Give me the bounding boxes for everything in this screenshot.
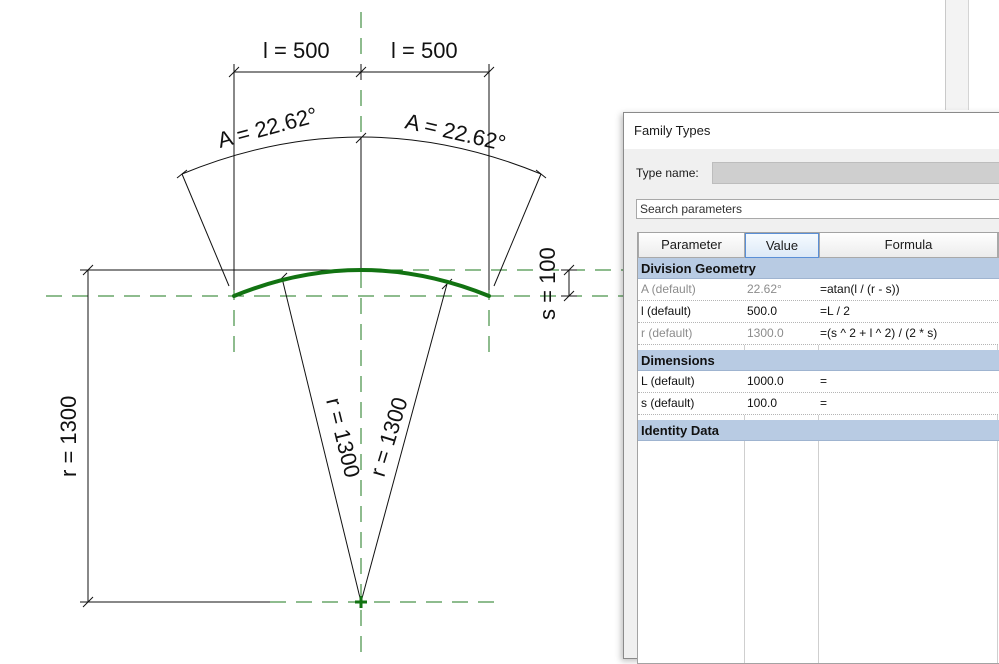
- parameters-grid: Parameter Value Formula Division Geometr…: [637, 232, 999, 664]
- grid-header: Parameter Value Formula: [638, 233, 999, 258]
- table-row[interactable]: L (default) 1000.0 =: [638, 371, 999, 393]
- parameter-value[interactable]: 1300.0: [747, 323, 817, 344]
- type-name-label: Type name:: [636, 166, 699, 180]
- dialog-title: Family Types: [634, 123, 711, 138]
- parameter-name: s (default): [641, 396, 695, 410]
- parameter-formula[interactable]: =L / 2: [820, 301, 996, 322]
- parameter-formula[interactable]: =: [820, 371, 996, 392]
- table-row[interactable]: l (default) 500.0 =L / 2: [638, 301, 999, 323]
- column-header-parameter[interactable]: Parameter: [638, 233, 745, 258]
- dim-r-left-label[interactable]: r = 1300: [56, 396, 81, 477]
- background-panel: [945, 0, 999, 110]
- group-header-division-geometry[interactable]: Division Geometry: [638, 258, 999, 279]
- parameter-formula[interactable]: =atan(l / (r - s)): [820, 279, 996, 300]
- parameter-formula[interactable]: =: [820, 393, 996, 414]
- dim-l-left-label[interactable]: l = 500: [263, 38, 330, 63]
- parameter-value[interactable]: 1000.0: [747, 371, 817, 392]
- parameter-name: L (default): [641, 374, 695, 388]
- table-row[interactable]: r (default) 1300.0 =(s ^ 2 + l ^ 2) / (2…: [638, 323, 999, 345]
- column-header-formula[interactable]: Formula: [819, 233, 998, 258]
- search-parameters-input[interactable]: [636, 199, 999, 219]
- table-row[interactable]: s (default) 100.0 =: [638, 393, 999, 415]
- parameter-name: A (default): [641, 282, 696, 296]
- dim-l-right-label[interactable]: l = 500: [391, 38, 458, 63]
- parameter-name: l (default): [641, 304, 692, 318]
- parameter-value[interactable]: 500.0: [747, 301, 817, 322]
- dialog-titlebar[interactable]: Family Types: [624, 113, 999, 149]
- dim-s-label[interactable]: s = 100: [535, 247, 560, 320]
- parameter-value[interactable]: 22.62°: [747, 279, 817, 300]
- type-name-dropdown[interactable]: [712, 162, 999, 184]
- dim-a-left-label[interactable]: A = 22.62°: [215, 102, 320, 153]
- parameter-name: r (default): [641, 326, 693, 340]
- family-types-dialog: Family Types Type name: Parameter Value …: [623, 112, 999, 664]
- table-row[interactable]: A (default) 22.62° =atan(l / (r - s)): [638, 279, 999, 301]
- background-panel-inner: [968, 0, 999, 110]
- parameter-formula[interactable]: =(s ^ 2 + l ^ 2) / (2 * s): [820, 323, 996, 344]
- group-header-dimensions[interactable]: Dimensions: [638, 350, 999, 371]
- parameter-value[interactable]: 100.0: [747, 393, 817, 414]
- arc-center-point[interactable]: [355, 596, 367, 608]
- group-header-identity-data[interactable]: Identity Data: [638, 420, 999, 441]
- dim-a-right-label[interactable]: A = 22.62°: [403, 109, 508, 156]
- column-header-value[interactable]: Value: [745, 233, 819, 258]
